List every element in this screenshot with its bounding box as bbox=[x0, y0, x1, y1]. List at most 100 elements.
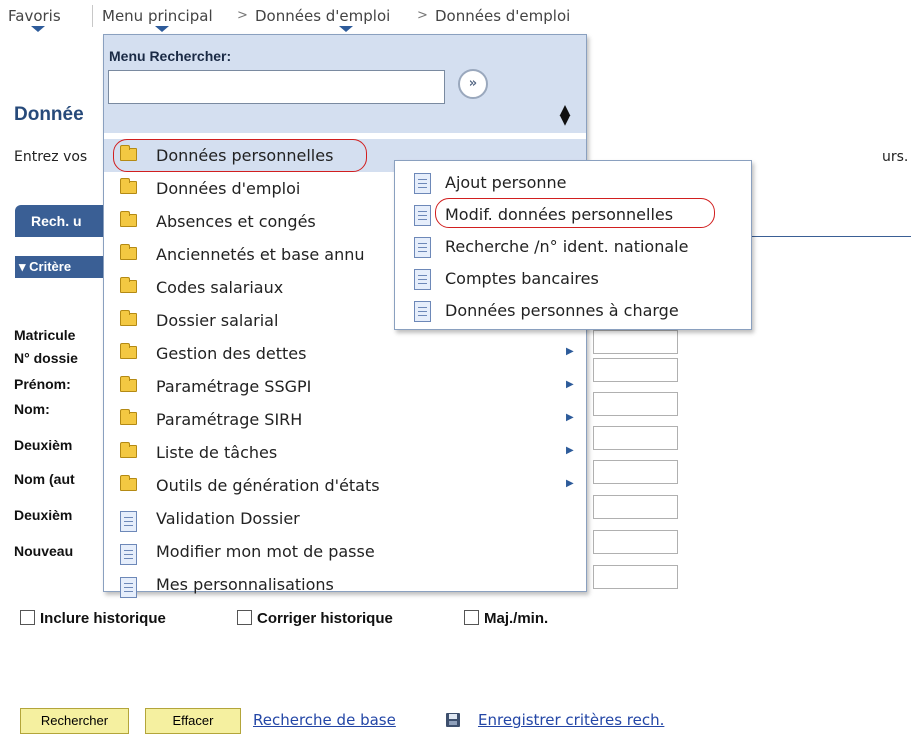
menu-item-label: Gestion des dettes bbox=[156, 344, 307, 363]
page-intro-text: Entrez vos bbox=[14, 149, 88, 165]
breadcrumb-chevron-icon: > bbox=[237, 8, 248, 23]
menu-item-label: Modifier mon mot de passe bbox=[156, 542, 375, 561]
document-icon bbox=[414, 237, 431, 258]
field-input[interactable] bbox=[593, 460, 678, 484]
folder-icon bbox=[120, 409, 137, 425]
menu-item-label: Outils de génération d'états bbox=[156, 476, 380, 495]
submenu-item[interactable]: Comptes bancaires bbox=[395, 263, 751, 295]
menu-item[interactable]: Paramétrage SSGPI ▶ bbox=[104, 370, 586, 403]
save-search-criteria-link[interactable]: Enregistrer critères rech. bbox=[478, 711, 664, 729]
menu-search-label: Menu Rechercher: bbox=[109, 48, 232, 64]
menu-item[interactable]: Paramétrage SIRH ▶ bbox=[104, 403, 586, 436]
menu-item[interactable]: Mes personnalisations bbox=[104, 568, 586, 601]
document-icon bbox=[414, 269, 431, 290]
nav-separator bbox=[92, 5, 93, 27]
basic-search-link[interactable]: Recherche de base bbox=[253, 711, 396, 729]
highlight-ring bbox=[435, 198, 715, 228]
document-icon bbox=[414, 301, 431, 322]
criteria-section-toggle[interactable]: ▾ Critère bbox=[15, 256, 105, 278]
menu-item-label: Liste de tâches bbox=[156, 443, 278, 462]
submenu-arrow-icon: ▶ bbox=[566, 346, 574, 357]
correct-history-option[interactable]: Corriger historique bbox=[237, 610, 393, 632]
case-sensitive-option[interactable]: Maj./min. bbox=[464, 610, 548, 632]
case-sensitive-label: Maj./min. bbox=[484, 610, 549, 627]
menu-item-label: Anciennetés et base annu bbox=[156, 245, 365, 264]
submenu-item[interactable]: Données personnes à charge bbox=[395, 295, 751, 327]
menu-item[interactable]: Liste de tâches ▶ bbox=[104, 436, 586, 469]
menu-item-label: Données d'emploi bbox=[156, 179, 301, 198]
field-input[interactable] bbox=[593, 565, 678, 589]
folder-icon bbox=[120, 310, 137, 326]
include-history-label: Inclure historique bbox=[40, 610, 166, 627]
include-history-option[interactable]: Inclure historique bbox=[20, 610, 166, 632]
document-icon bbox=[120, 544, 137, 565]
menu-search-input[interactable] bbox=[108, 70, 445, 104]
field-label: Matricule bbox=[14, 327, 76, 343]
field-label: Deuxièm bbox=[14, 507, 73, 523]
field-input[interactable] bbox=[593, 426, 678, 450]
folder-icon bbox=[120, 178, 137, 194]
submenu-item-label: Données personnes à charge bbox=[445, 301, 679, 320]
folder-icon bbox=[120, 277, 137, 293]
page-title: Donnée bbox=[14, 104, 84, 125]
folder-icon bbox=[120, 475, 137, 491]
menu-item[interactable]: Outils de génération d'états ▶ bbox=[104, 469, 586, 502]
submenu-item-label: Recherche /n° ident. nationale bbox=[445, 237, 689, 256]
favorites-dropdown-marker bbox=[31, 26, 45, 32]
correct-history-checkbox[interactable] bbox=[237, 610, 252, 625]
nav-favorites[interactable]: Favoris bbox=[8, 7, 61, 25]
page-intro-text-end: urs. bbox=[882, 149, 909, 165]
menu-item-label: Paramétrage SIRH bbox=[156, 410, 303, 429]
include-history-checkbox[interactable] bbox=[20, 610, 35, 625]
case-sensitive-checkbox[interactable] bbox=[464, 610, 479, 625]
tab-search[interactable]: Rech. u bbox=[15, 205, 115, 237]
field-input[interactable] bbox=[593, 392, 678, 416]
submenu-item[interactable]: Recherche /n° ident. nationale bbox=[395, 231, 751, 263]
submenu-item-label: Ajout personne bbox=[445, 173, 567, 192]
document-icon bbox=[414, 205, 431, 226]
save-icon[interactable] bbox=[446, 713, 460, 727]
field-label: Nom: bbox=[14, 401, 50, 417]
document-icon bbox=[120, 511, 137, 532]
menu-search-go-button[interactable]: » bbox=[458, 69, 488, 99]
menu-item[interactable]: Validation Dossier bbox=[104, 502, 586, 535]
submenu-arrow-icon: ▶ bbox=[566, 379, 574, 390]
folder-icon bbox=[120, 376, 137, 392]
field-label: Nom (aut bbox=[14, 471, 75, 487]
menu-item[interactable]: Modifier mon mot de passe bbox=[104, 535, 586, 568]
folder-icon bbox=[120, 211, 137, 227]
personal-data-submenu: Ajout personne Modif. données personnelle… bbox=[394, 160, 752, 330]
menu-item[interactable]: Gestion des dettes ▶ bbox=[104, 337, 586, 370]
clear-button[interactable]: Effacer bbox=[145, 708, 241, 734]
field-input[interactable] bbox=[593, 330, 678, 354]
submenu-arrow-icon: ▶ bbox=[566, 478, 574, 489]
nav-main-menu[interactable]: Menu principal bbox=[102, 7, 213, 25]
correct-history-label: Corriger historique bbox=[257, 610, 393, 627]
sort-toggle-icon[interactable]: ▲ ▼ bbox=[559, 103, 571, 127]
breadcrumb-chevron-icon: > bbox=[417, 8, 428, 23]
breadcrumb-item[interactable]: Données d'emploi bbox=[255, 7, 390, 25]
top-navigation: Favoris Menu principal > Données d'emplo… bbox=[0, 0, 911, 34]
menu-item-label: Validation Dossier bbox=[156, 509, 300, 528]
menu-item-label: Codes salariaux bbox=[156, 278, 284, 297]
submenu-arrow-icon: ▶ bbox=[566, 412, 574, 423]
breadcrumb-dropdown-marker bbox=[339, 26, 353, 32]
submenu-item[interactable]: Ajout personne bbox=[395, 167, 751, 199]
menu-item-label: Absences et congés bbox=[156, 212, 316, 231]
field-label: N° dossie bbox=[14, 350, 78, 366]
folder-icon bbox=[120, 343, 137, 359]
field-input[interactable] bbox=[593, 495, 678, 519]
search-button[interactable]: Rechercher bbox=[20, 708, 129, 734]
menu-item-label: Dossier salarial bbox=[156, 311, 279, 330]
menu-item-label: Mes personnalisations bbox=[156, 575, 334, 594]
breadcrumb-current: Données d'emploi bbox=[435, 7, 571, 25]
submenu-arrow-icon: ▶ bbox=[566, 445, 574, 456]
menu-search-panel: Menu Rechercher: » ▲ ▼ bbox=[104, 35, 586, 133]
highlight-ring bbox=[113, 139, 367, 172]
submenu-item-label: Comptes bancaires bbox=[445, 269, 599, 288]
document-icon bbox=[414, 173, 431, 194]
field-label: Prénom: bbox=[14, 376, 71, 392]
field-input[interactable] bbox=[593, 358, 678, 382]
field-input[interactable] bbox=[593, 530, 678, 554]
main-menu-dropdown-marker bbox=[155, 26, 169, 32]
